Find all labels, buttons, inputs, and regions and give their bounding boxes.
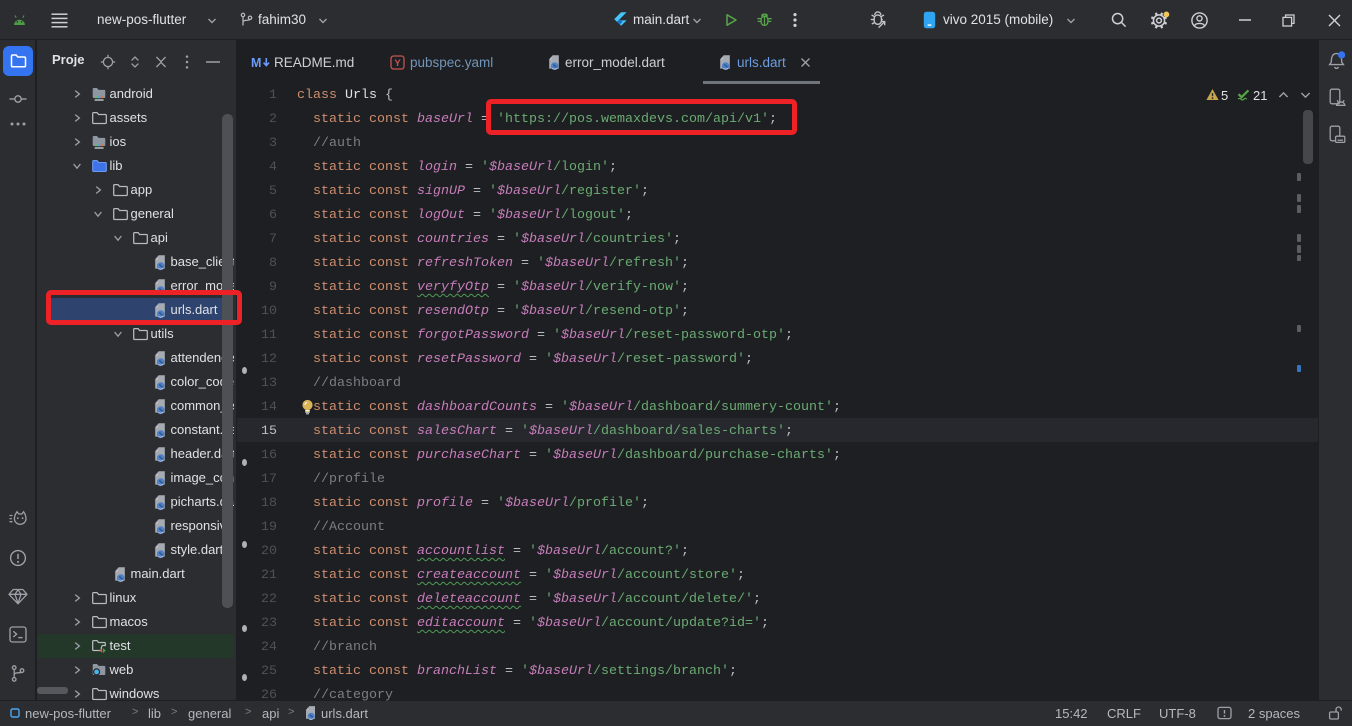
svg-text:Y: Y (394, 58, 401, 69)
svg-text:M: M (251, 56, 261, 69)
